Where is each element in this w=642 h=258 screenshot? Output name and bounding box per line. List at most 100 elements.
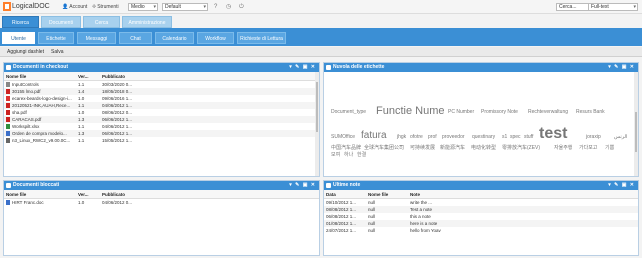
portlet-controls[interactable]: ▾ ✎ ▣ ✕ bbox=[608, 63, 635, 72]
tag-link[interactable]: questinary bbox=[472, 134, 495, 140]
cell-text: 09/06/2016 1... bbox=[102, 96, 133, 101]
cell-text: 15/05/2012 1... bbox=[102, 138, 133, 143]
tag-link[interactable]: 中国汽车品牌 bbox=[331, 144, 361, 151]
theme-select[interactable]: Default ▾ bbox=[162, 3, 208, 11]
power-icon[interactable]: ⏻ bbox=[239, 3, 244, 11]
tab-documenti[interactable]: Documenti bbox=[41, 16, 81, 28]
table-row[interactable]: 06/08/2012 1... null this a note bbox=[324, 213, 638, 220]
app-logo[interactable]: LogicalDOC bbox=[3, 2, 53, 13]
tag-link[interactable]: s1 bbox=[502, 134, 507, 140]
tab-workflow[interactable]: Workflow bbox=[197, 32, 234, 44]
portlet-controls[interactable]: ▾ ✎ ▣ ✕ bbox=[608, 181, 635, 190]
table-row[interactable]: ecarex-beards-logo-design-i... 1.0 09/06/2… bbox=[4, 95, 319, 102]
table-row[interactable]: 20120521-INK,AUAH,Rece... 1.1 04/06/2012 1… bbox=[4, 102, 319, 109]
tab-amministrazione[interactable]: Amministrazione bbox=[122, 16, 172, 28]
tag-link[interactable]: prof bbox=[428, 134, 437, 140]
help-icon[interactable]: ? bbox=[214, 3, 217, 11]
table-row[interactable]: sha.pdf 1.0 08/06/2012 0... bbox=[4, 109, 319, 116]
table-row[interactable]: n3_Linux_RWC2_v9.00.0C... 1.1 15/05/2012 1… bbox=[4, 137, 319, 144]
tag-link[interactable]: 자율주행 bbox=[554, 144, 572, 151]
table-cell: Workspilt.xlsx bbox=[4, 123, 76, 130]
chevron-down-icon: ▾ bbox=[203, 4, 206, 10]
tag-link[interactable]: 하나 bbox=[344, 151, 353, 158]
account-menu[interactable]: 👤Account bbox=[62, 3, 87, 11]
tag-link[interactable]: الرنس bbox=[614, 134, 627, 140]
tag-link[interactable]: Promissory Note bbox=[481, 109, 518, 115]
table-row[interactable]: InputControls 1.1 30/03/2020 0... bbox=[4, 81, 319, 89]
checkout-rows: InputControls 1.1 30/03/2020 0... 30155 lmo… bbox=[4, 81, 319, 145]
tag-link[interactable]: Functie Nume bbox=[376, 105, 444, 117]
file-icon bbox=[6, 124, 10, 130]
cell-text: 06/06/2012 1... bbox=[102, 131, 133, 136]
tab-messaggi[interactable]: Messaggi bbox=[77, 32, 116, 44]
logo-text: LogicalDOC bbox=[12, 3, 50, 10]
note-icon bbox=[326, 183, 331, 188]
column-header[interactable]: Nome file bbox=[4, 190, 76, 199]
tag-link[interactable]: PC Number bbox=[448, 109, 474, 115]
cell-text: null bbox=[368, 214, 376, 219]
table-row[interactable]: HIRT Franc.doc 1.0 04/06/2012 0... bbox=[4, 199, 319, 207]
tab-calendario[interactable]: Calendario bbox=[155, 32, 194, 44]
clock-icon[interactable]: ◷ bbox=[226, 3, 231, 11]
scrollbar-thumb[interactable] bbox=[635, 112, 637, 152]
tag-link[interactable]: 기쁨 bbox=[605, 144, 614, 151]
tag-link[interactable]: Resurs Bank bbox=[576, 109, 605, 115]
portlet-controls[interactable]: ▾ ✎ ▣ ✕ bbox=[289, 63, 316, 72]
tag-link[interactable]: fatura bbox=[361, 130, 387, 141]
cell-text: 1.1 bbox=[78, 82, 85, 87]
table-row[interactable]: Orden de compra modelo... 1.3 06/06/2012 1… bbox=[4, 130, 319, 137]
column-header[interactable]: Data bbox=[324, 190, 366, 199]
tab-ricerca[interactable]: Ricerca bbox=[2, 16, 39, 28]
table-cell: 1.3 bbox=[76, 130, 100, 137]
tab-utente[interactable]: Utente bbox=[2, 32, 35, 44]
column-header[interactable]: Pubblicato bbox=[100, 72, 319, 81]
tag-link[interactable]: jhgk bbox=[397, 134, 406, 140]
scrollbar[interactable] bbox=[315, 72, 319, 176]
tab-cerca[interactable]: Cerca bbox=[83, 16, 120, 28]
tag-link[interactable]: Rechteverwaltung bbox=[528, 109, 568, 115]
tag-link[interactable]: proveedor bbox=[442, 134, 465, 140]
tag-link[interactable]: SUMOffice bbox=[331, 134, 355, 140]
tag-link[interactable]: spec bbox=[510, 134, 521, 140]
column-header[interactable]: Ver... bbox=[76, 72, 100, 81]
cell-text: 04/06/2012 1... bbox=[102, 103, 133, 108]
table-row[interactable]: 30155 lmo.pdf 1.4 18/05/2018 0... bbox=[4, 88, 319, 95]
column-header[interactable]: Ver... bbox=[76, 190, 100, 199]
scrollbar[interactable] bbox=[634, 72, 638, 176]
search-mode-select[interactable]: Full-text ▾ bbox=[588, 3, 638, 11]
tag-link[interactable]: 가다포고 bbox=[579, 144, 597, 151]
tag-link[interactable]: 零排放汽车(ZEV) bbox=[502, 144, 540, 151]
column-header[interactable]: Note bbox=[408, 190, 638, 199]
table-row[interactable]: 24/07/2012 1... null hello from Yoav bbox=[324, 227, 638, 234]
table-row[interactable]: 08/08/2012 1... null Test a note bbox=[324, 206, 638, 213]
table-row[interactable]: Workspilt.xlsx 1.1 04/06/2012 1... bbox=[4, 123, 319, 130]
column-header[interactable]: Nome file bbox=[4, 72, 76, 81]
column-header[interactable]: Nome file bbox=[366, 190, 408, 199]
tag-link[interactable]: 한결 bbox=[357, 151, 366, 158]
cell-text: 04/06/2012 1... bbox=[102, 124, 133, 129]
add-dashlet-button[interactable]: Aggiungi dashlet bbox=[7, 49, 44, 55]
tools-menu[interactable]: ✜Strumenti bbox=[92, 3, 119, 11]
table-row[interactable]: 01/08/2012 1... null here is a note bbox=[324, 220, 638, 227]
scrollbar-thumb[interactable] bbox=[316, 82, 318, 132]
size-select[interactable]: Medio ▾ bbox=[128, 3, 158, 11]
save-button[interactable]: Salva bbox=[51, 49, 64, 55]
tag-link[interactable]: 全球汽车集团公司 bbox=[364, 144, 404, 151]
tag-link[interactable]: stuff bbox=[524, 134, 533, 140]
tab-etichette[interactable]: Etichette bbox=[38, 32, 74, 44]
tag-link[interactable]: 新能源汽车 bbox=[440, 144, 465, 151]
tag-link[interactable]: 모여 bbox=[331, 151, 340, 158]
tag-link[interactable]: 可持续发展 bbox=[410, 144, 435, 151]
table-row[interactable]: CARACAS.pdf 1.3 06/06/2012 1... bbox=[4, 116, 319, 123]
column-header[interactable]: Pubblicato bbox=[100, 190, 319, 199]
tag-link[interactable]: Document_type bbox=[331, 109, 366, 115]
tag-link[interactable]: ofotre bbox=[410, 134, 423, 140]
portlet-controls[interactable]: ▾ ✎ ▣ ✕ bbox=[289, 181, 316, 190]
checkout-table: Nome file Ver... Pubblicato InputControl… bbox=[4, 72, 319, 144]
table-row[interactable]: 09/10/2012 1... null write the ... bbox=[324, 199, 638, 207]
tag-link[interactable]: test bbox=[539, 125, 567, 143]
tag-link[interactable]: joraxip bbox=[586, 134, 601, 140]
tag-link[interactable]: 电动化转型 bbox=[471, 144, 496, 151]
tab-richieste-lettura[interactable]: Richieste di Lettura bbox=[237, 32, 286, 44]
tab-chat[interactable]: Chat bbox=[119, 32, 152, 44]
